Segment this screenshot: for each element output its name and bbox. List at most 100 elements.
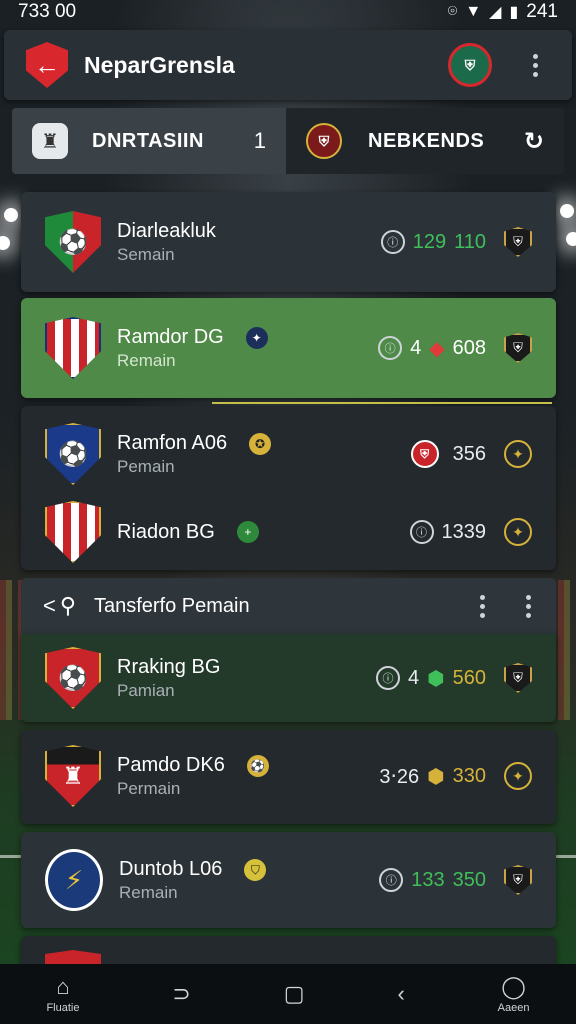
page-title: NeparGrensla <box>84 51 235 78</box>
player-status: Pamian <box>117 680 175 700</box>
list-item[interactable]: ♜ Pamdo DK6 Permain ⚽ 3‧26 ⬢ 330 ✦ <box>21 730 556 824</box>
status-bar: 733 00 ⌾ ▼ ◢ ▮ 241 <box>0 0 576 24</box>
coin-icon: ✦ <box>504 518 532 546</box>
stat-value: 133 <box>411 868 445 891</box>
team-crest-icon: ⚽ <box>45 647 101 709</box>
diamond-icon: ◆ <box>429 337 445 360</box>
back-icon: ‹ <box>397 981 405 1006</box>
refresh-icon[interactable]: ↻ <box>524 127 544 156</box>
coin-icon: ✦ <box>504 440 532 468</box>
wifi-icon: ▼ <box>465 3 482 20</box>
recents-icon: ⊃ <box>172 981 191 1006</box>
nav-profile[interactable]: ◯ Aaeen <box>498 974 530 1014</box>
tab-weekends[interactable]: ⛨ NEBKENDS ↻ <box>286 108 564 174</box>
section-header: <⚲ Tansferfo Pemain <box>21 578 556 634</box>
list-group: ⚽ Ramfon A06 Pemain ✪ ⛨ 356 ✦ Riadon BG … <box>21 406 556 570</box>
nav-overview[interactable]: ▢ <box>284 981 305 1007</box>
info-icon: ⓘ <box>378 336 403 360</box>
team-name: Ramfon A06 <box>117 431 228 454</box>
club-badge-icon: ⛨ <box>410 440 439 468</box>
club-badge-icon: ⛨ <box>306 123 342 159</box>
more-options-button[interactable] <box>520 53 550 77</box>
club-badge-icon: ⛨ <box>504 663 532 693</box>
arrow-left-icon: ← <box>34 49 60 80</box>
app-bar: ← NeparGrensla ⛨ <box>4 30 572 100</box>
battery-icon: ▮ <box>509 4 519 21</box>
green-gem-icon: ⬢ <box>427 667 445 690</box>
stat-value: 350 <box>452 868 486 891</box>
nav-back[interactable]: ‹ <box>397 981 404 1007</box>
list-item-selected[interactable]: Ramdor DG Remain ✦ ⓘ 4 ◆ 608 ⛨ <box>21 298 556 398</box>
plus-badge-icon: + <box>236 521 259 543</box>
nav-profile-label: Aaeen <box>497 1002 530 1014</box>
team-status: Remain <box>117 350 176 370</box>
club-crest-icon[interactable]: ⛨ <box>448 43 492 87</box>
home-icon: ⌂ <box>56 974 70 999</box>
stat-value: 4 <box>408 666 420 689</box>
ball-badge-icon: ⚽ <box>246 755 269 777</box>
tab-transfers[interactable]: ♜ DNRTASIIN 1 <box>12 108 286 174</box>
team-name: Riadon BG <box>117 520 215 543</box>
location-icon: ⌾ <box>447 3 458 20</box>
team-status: Semain <box>117 244 175 264</box>
player-name: Duntob L06 <box>119 857 223 880</box>
status-time: 733 00 <box>18 1 77 22</box>
trophy-icon: ♜ <box>32 123 68 159</box>
team-crest-icon <box>45 317 101 379</box>
filter-options-button[interactable] <box>476 594 488 618</box>
player-name: Rraking BG <box>117 655 221 678</box>
stat-value: 356 <box>452 442 486 465</box>
stat-value: 608 <box>452 336 486 359</box>
list-item[interactable]: ⚡ Duntob L06 Remain ⛉ ⓘ 133 350 ⛨ <box>21 832 556 928</box>
back-search-icon[interactable]: <⚲ <box>43 593 80 619</box>
square-icon: ▢ <box>283 981 305 1006</box>
team-name: Ramdor DG <box>117 325 224 348</box>
divider <box>212 402 552 404</box>
info-icon: ⓘ <box>409 520 434 544</box>
team-crest-icon: ⚽ <box>45 423 101 485</box>
stat-value: 3‧26 <box>379 765 420 788</box>
more-options-button[interactable] <box>522 594 534 618</box>
list-item[interactable]: ⚽ Rraking BG Pamian ⓘ 4 ⬢ 560 ⛨ <box>21 634 556 722</box>
team-crest-icon: ♜ <box>45 745 101 807</box>
club-badge-icon: ⛨ <box>504 227 532 257</box>
tab-bar: ♜ DNRTASIIN 1 ⛨ NEBKENDS ↻ <box>12 108 564 174</box>
player-status: Remain <box>119 882 178 902</box>
coin-icon: ✦ <box>504 762 532 790</box>
list-item[interactable]: ⚽ Diarleakluk Semain ⓘ 129 110 ⛨ <box>21 192 556 292</box>
stat-value: 330 <box>452 764 486 787</box>
stat-value: 1339 <box>441 520 487 543</box>
player-status: Permain <box>117 778 181 798</box>
club-badge-icon: ⛨ <box>504 865 532 895</box>
stat-value: 110 <box>454 230 486 253</box>
team-name: Diarleakluk <box>117 219 216 242</box>
user-icon: ◯ <box>501 974 526 999</box>
tab-label: DNRTASIIN <box>92 129 204 152</box>
shield-badge-icon: ⛉ <box>244 859 267 881</box>
nav-home[interactable]: ⌂ Fluatie <box>46 974 79 1014</box>
team-crest-icon <box>45 501 101 563</box>
club-badge-icon: ⛨ <box>504 333 532 363</box>
gold-gem-icon: ⬢ <box>427 765 445 788</box>
team-crest-icon: ⚽ <box>45 211 101 273</box>
list-item[interactable]: ⚽ Ramfon A06 Pemain ✪ ⛨ 356 ✦ <box>21 414 556 494</box>
nation-badge-icon: ✦ <box>245 327 268 349</box>
player-name: Pamdo DK6 <box>117 753 225 776</box>
back-button[interactable]: ← <box>26 42 68 88</box>
info-icon: ⓘ <box>380 230 405 254</box>
nav-home-label: Fluatie <box>46 1002 80 1014</box>
nav-recents[interactable]: ⊃ <box>172 981 190 1007</box>
status-right-text: 241 <box>526 1 558 22</box>
info-icon: ⓘ <box>379 868 404 892</box>
team-status: Pemain <box>117 456 175 476</box>
info-icon: ⓘ <box>376 666 401 690</box>
section-title: Tansferfo Pemain <box>93 594 250 617</box>
signal-icon: ◢ <box>489 4 502 21</box>
tab-count: 1 <box>253 128 266 153</box>
list-item[interactable]: Riadon BG + ⓘ 1339 ✦ <box>21 492 556 572</box>
bottom-navigation: ⌂ Fluatie ⊃ ▢ ‹ ◯ Aaeen <box>0 964 576 1024</box>
stat-value: 560 <box>452 666 486 689</box>
tab-label: NEBKENDS <box>368 129 485 152</box>
stat-value: 129 <box>412 230 447 253</box>
stat-value: 4 <box>410 336 422 359</box>
